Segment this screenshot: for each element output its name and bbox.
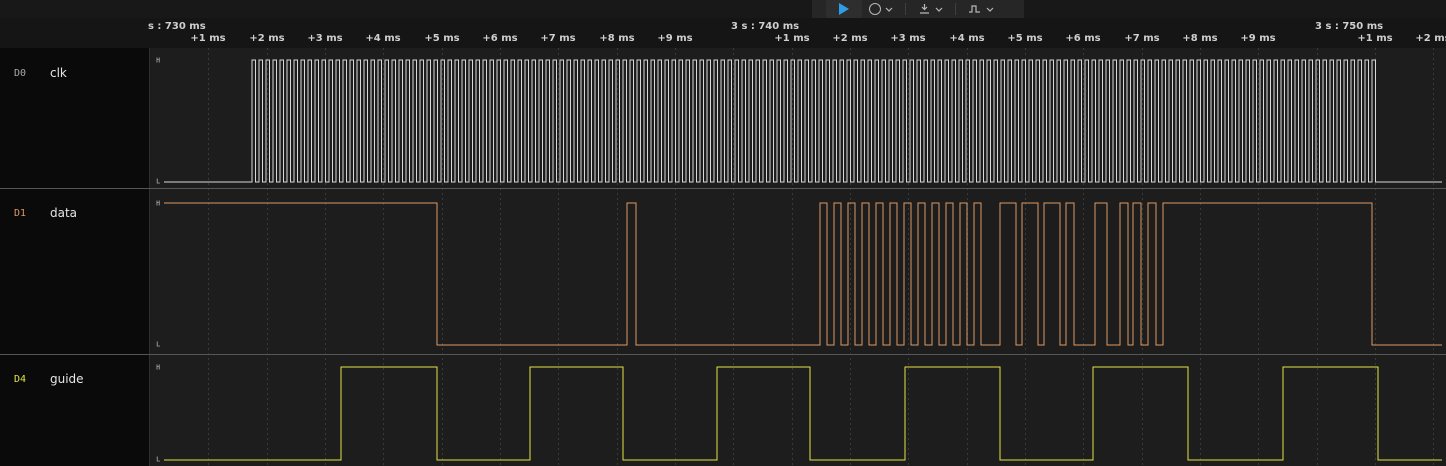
wave-trace-clk (164, 59, 1442, 183)
level-marker-low: L (156, 341, 160, 349)
channel-label-guide[interactable]: D4 guide (0, 372, 150, 388)
level-marker-high: H (156, 200, 160, 208)
export-icon (920, 4, 929, 14)
channel-id: D1 (14, 208, 27, 219)
timeline-tick-label: +8 ms (1182, 33, 1218, 44)
chevron-down-icon (935, 7, 943, 12)
timeline-tick-label: +5 ms (424, 33, 460, 44)
level-marker-high: H (156, 364, 160, 372)
wave-trace-data (164, 202, 1442, 346)
wave-icon (969, 5, 980, 13)
channel-id: D4 (14, 374, 27, 385)
channel-label-data[interactable]: D1 data (0, 206, 150, 222)
timeline-tick-label: +4 ms (949, 33, 985, 44)
level-marker-low: L (156, 456, 160, 464)
channel-panel: D0 clk D1 data D4 guide (0, 48, 150, 466)
timeline-tick-label: +3 ms (307, 33, 343, 44)
toolbar (0, 0, 1446, 19)
chevron-down-icon (986, 7, 994, 12)
timeline-tick-label: +1 ms (1357, 33, 1393, 44)
timeline-tick-label: +6 ms (1065, 33, 1101, 44)
timeline-tick-label: +7 ms (1124, 33, 1160, 44)
timeline-tick-label: +1 ms (774, 33, 810, 44)
timeline-tick-label: +3 ms (890, 33, 926, 44)
level-marker-low: L (156, 178, 160, 186)
export-options-button[interactable] (911, 0, 950, 18)
channel-name: clk (50, 66, 67, 80)
timeline-tick-label: +8 ms (599, 33, 635, 44)
toolbar-separator (955, 3, 956, 15)
channel-separator (0, 188, 1446, 189)
timeline-tick-label: 3 s : 740 ms (731, 21, 800, 32)
capture-settings-button[interactable] (961, 0, 1001, 18)
device-options-button[interactable] (862, 0, 900, 18)
channel-label-clk[interactable]: D0 clk (0, 66, 150, 82)
waveform-svg[interactable]: H L H L H L (150, 48, 1446, 466)
circle-icon (869, 3, 881, 15)
timeline-tick-label: s : 730 ms (148, 21, 206, 32)
timeline[interactable]: s : 730 ms +1 ms +2 ms +3 ms +4 ms +5 ms +6 ms… (0, 18, 1446, 49)
play-icon (839, 3, 849, 15)
toolbar-cluster (812, 0, 1024, 18)
level-marker-high: H (156, 57, 160, 65)
channel-name: data (50, 206, 78, 220)
timeline-tick-label: +9 ms (1240, 33, 1276, 44)
timeline-tick-label: +2 ms (249, 33, 285, 44)
waveform-channels: H L H L H L D0 clk D1 data D4 guide (0, 48, 1446, 466)
timeline-tick-label: +5 ms (1007, 33, 1043, 44)
timeline-tick-label: +1 ms (190, 33, 226, 44)
toolbar-separator (905, 3, 906, 15)
start-capture-button[interactable] (826, 0, 862, 18)
timeline-tick-label: +4 ms (365, 33, 401, 44)
channel-separator (0, 354, 1446, 355)
channel-name: guide (50, 372, 84, 386)
timeline-tick-label: +9 ms (657, 33, 693, 44)
timeline-tick-label: +7 ms (540, 33, 576, 44)
timeline-tick-label: 3 s : 750 ms (1315, 21, 1384, 32)
channel-id: D0 (14, 68, 27, 79)
chevron-down-icon (885, 7, 893, 12)
timeline-tick-label: +2 ms (832, 33, 868, 44)
timeline-tick-label: +2 ms (1415, 33, 1446, 44)
wave-trace-guide (164, 366, 1442, 461)
timeline-tick-label: +6 ms (482, 33, 518, 44)
